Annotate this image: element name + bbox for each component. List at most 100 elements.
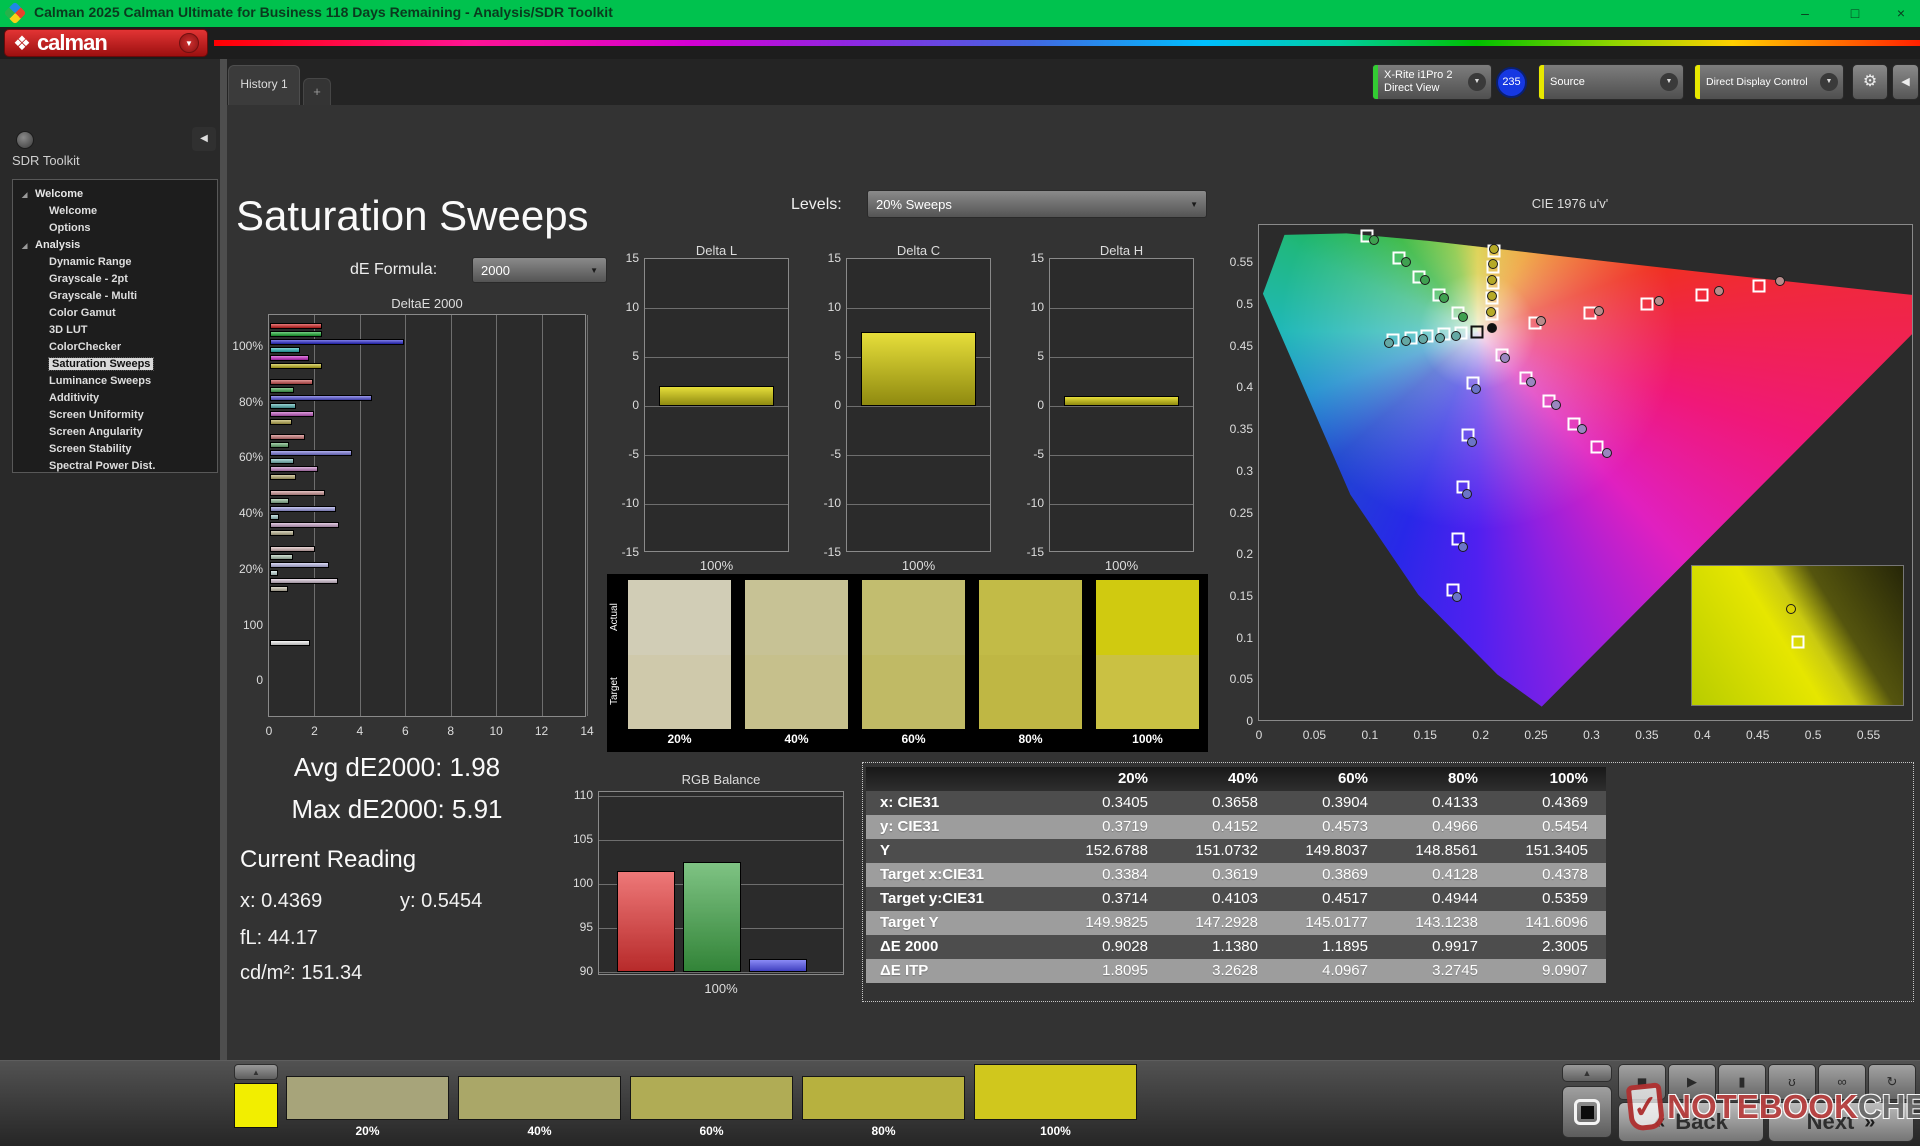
de-formula-dropdown[interactable]: 2000 ▼ [472, 257, 607, 283]
chevron-down-icon[interactable]: ▼ [1468, 73, 1486, 91]
sidebar-item-spectral-power-dist-[interactable]: Spectral Power Dist. [13, 458, 217, 475]
sidebar-item-colorchecker[interactable]: ColorChecker [13, 339, 217, 356]
tree-expander-icon[interactable]: ◢ [22, 238, 27, 255]
table-cell: 0.3904 [1274, 791, 1384, 815]
x-tick-label: 0.4 [1686, 728, 1718, 742]
pattern-expand-button[interactable]: ▲ [234, 1064, 278, 1080]
sidebar-item-dynamic-range[interactable]: Dynamic Range [13, 254, 217, 271]
sidebar-item-screen-uniformity[interactable]: Screen Uniformity [13, 407, 217, 424]
cie-target-red [1752, 279, 1765, 292]
pattern-patch-100%[interactable] [974, 1064, 1137, 1120]
sidebar-collapse-button[interactable]: ◀ [192, 127, 216, 151]
control-button-2[interactable]: ▮ [1718, 1064, 1766, 1100]
sidebar-item-luminance-sweeps[interactable]: Luminance Sweeps [13, 373, 217, 390]
collapse-panel-button[interactable]: ◀ [1892, 64, 1919, 100]
control-button-1[interactable]: ▶ [1668, 1064, 1716, 1100]
delta-h-chart: 151050-5-10-15 [1049, 258, 1194, 552]
sidebar-item-welcome[interactable]: ◢Welcome [13, 186, 217, 203]
gridline [496, 315, 497, 716]
sidebar-item-screen-angularity[interactable]: Screen Angularity [13, 424, 217, 441]
cie-measured-red [1594, 306, 1604, 316]
sidebar-item-saturation-sweeps[interactable]: Saturation Sweeps [13, 356, 217, 373]
display-control-dropdown[interactable]: Direct Display Control ▼ [1694, 64, 1844, 100]
y-tick-label: 0.15 [1219, 589, 1253, 603]
active-pattern-patch[interactable] [234, 1083, 278, 1128]
gridline [645, 455, 788, 456]
session-status-icon[interactable] [16, 131, 34, 149]
cie-measured-blue [1452, 592, 1462, 602]
swatch-label: 60% [862, 732, 965, 746]
pattern-patch-60%[interactable] [630, 1076, 793, 1120]
source-dropdown-label: Source [1544, 76, 1660, 89]
pattern-patch-20%[interactable] [286, 1076, 449, 1120]
chevron-down-icon[interactable]: ▼ [179, 33, 199, 53]
table-header-cell: 20% [1054, 767, 1164, 791]
back-button[interactable]: « Back [1618, 1102, 1764, 1142]
y-tick-label: -10 [611, 496, 639, 510]
sidebar-item-grayscale-multi[interactable]: Grayscale - Multi [13, 288, 217, 305]
chevron-down-icon[interactable]: ▼ [1820, 73, 1838, 91]
y-tick-label: 10 [611, 300, 639, 314]
stop-button[interactable] [1562, 1086, 1612, 1138]
calman-menu-button[interactable]: ❖ calman ▼ [4, 29, 208, 57]
y-tick-label: 0.35 [1219, 422, 1253, 436]
sidebar-splitter[interactable] [220, 59, 227, 1146]
tree-expander-icon[interactable]: ◢ [22, 187, 27, 204]
table-cell: 3.2628 [1164, 959, 1274, 983]
add-tab-button[interactable]: + [303, 78, 331, 105]
settings-button[interactable]: ⚙ [1852, 64, 1888, 100]
readings-table: 20%40%60%80%100%x: CIE310.34050.36580.39… [866, 767, 1606, 983]
deltae-bar [270, 586, 288, 592]
next-button[interactable]: Next » [1768, 1102, 1914, 1142]
sidebar-item-grayscale-2pt[interactable]: Grayscale - 2pt [13, 271, 217, 288]
x-tick-label: 0.25 [1520, 728, 1552, 742]
levels-dropdown[interactable]: 20% Sweeps ▼ [867, 190, 1207, 218]
meter-dropdown[interactable]: X-Rite i1Pro 2 Direct View ▼ [1372, 64, 1492, 100]
sidebar-item-3d-lut[interactable]: 3D LUT [13, 322, 217, 339]
sidebar-item-analysis[interactable]: ◢Analysis [13, 237, 217, 254]
table-cell: 1.8095 [1054, 959, 1164, 983]
y-tick-label: 5 [1016, 349, 1044, 363]
sidebar-item-screen-stability[interactable]: Screen Stability [13, 441, 217, 458]
x-tick-label: 12 [534, 724, 550, 738]
cie-measured-magenta [1551, 400, 1561, 410]
cie-measured-green [1401, 257, 1411, 267]
pattern-patch-label: 20% [286, 1124, 449, 1138]
table-cell: 2.3005 [1494, 935, 1604, 959]
gridline [599, 840, 843, 841]
meter-dropdown-label: X-Rite i1Pro 2 Direct View [1378, 69, 1468, 95]
maximize-button[interactable]: □ [1832, 0, 1878, 26]
sidebar-item-welcome[interactable]: Welcome [13, 203, 217, 220]
control-button-3[interactable]: ʊ [1768, 1064, 1816, 1100]
sidebar-item-options[interactable]: Options [13, 220, 217, 237]
minimize-button[interactable]: – [1782, 0, 1828, 26]
pattern-patch-80%[interactable] [802, 1076, 965, 1120]
cie-measured-cyan [1401, 336, 1411, 346]
swatch-target [1096, 655, 1199, 730]
close-button[interactable]: × [1878, 0, 1920, 26]
pattern-patch-label: 60% [630, 1124, 793, 1138]
sidebar-item-color-gamut[interactable]: Color Gamut [13, 305, 217, 322]
table-row: y: CIE310.37190.41520.45730.49660.5454 [866, 815, 1606, 839]
y-tick-label: 15 [611, 251, 639, 265]
tab-history-1[interactable]: History 1 [228, 65, 300, 105]
y-tick-label: 0 [813, 398, 841, 412]
controls-expand-button[interactable]: ▲ [1562, 1064, 1612, 1082]
gridline [1050, 455, 1193, 456]
table-cell: 0.3714 [1054, 887, 1164, 911]
gridline [1050, 308, 1193, 309]
table-cell: 0.5454 [1494, 815, 1604, 839]
meter-count-badge[interactable]: 235 [1496, 67, 1527, 98]
control-button-4[interactable]: ∞ [1818, 1064, 1866, 1100]
control-button-5[interactable]: ↻ [1868, 1064, 1916, 1100]
source-dropdown[interactable]: Source ▼ [1538, 64, 1684, 100]
table-cell: 0.4378 [1494, 863, 1604, 887]
control-button-0[interactable]: ◼ [1618, 1064, 1666, 1100]
chevron-down-icon[interactable]: ▼ [1660, 73, 1678, 91]
table-row: Y152.6788151.0732149.8037148.8561151.340… [866, 839, 1606, 863]
row-label: 80% [217, 395, 263, 409]
sidebar-item-additivity[interactable]: Additivity [13, 390, 217, 407]
table-row-label: x: CIE31 [866, 791, 1054, 815]
pattern-patch-40%[interactable] [458, 1076, 621, 1120]
delta-c-chart: 151050-5-10-15 [846, 258, 991, 552]
